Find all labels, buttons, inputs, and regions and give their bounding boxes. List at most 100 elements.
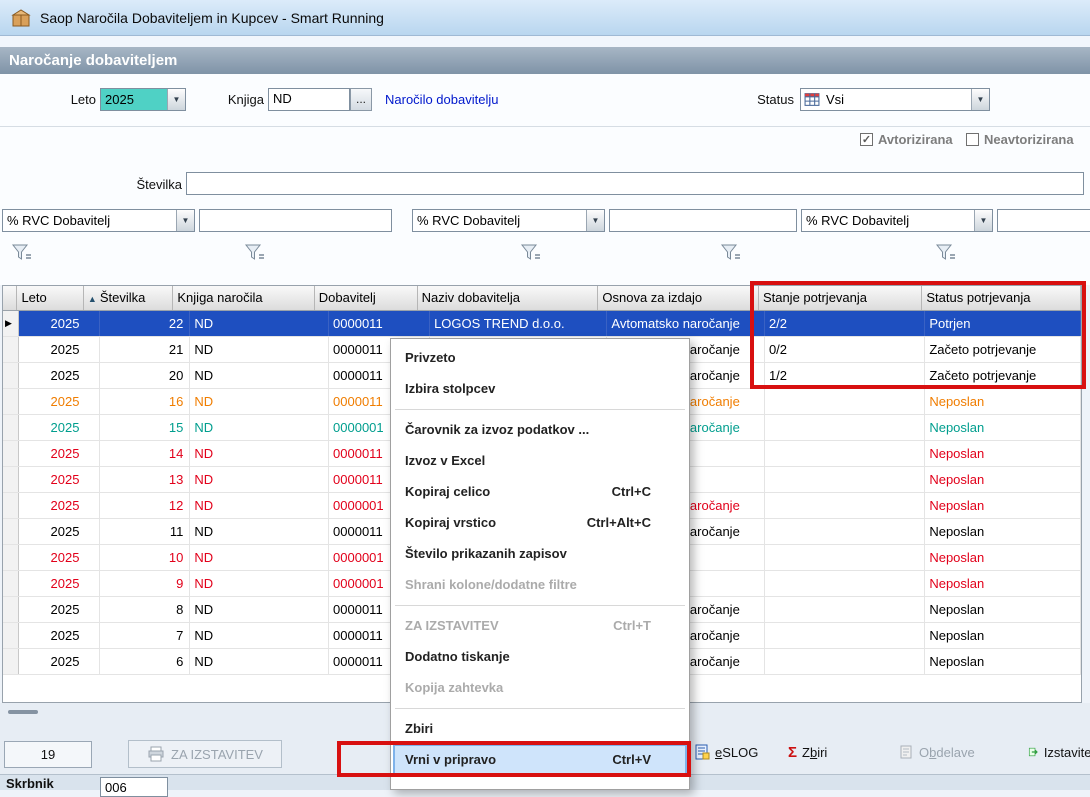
cell-leto: 2025 bbox=[19, 441, 101, 466]
cell-status: Začeto potrjevanje bbox=[925, 363, 1081, 388]
cell-leto: 2025 bbox=[19, 545, 101, 570]
cell-status: Neposlan bbox=[925, 623, 1081, 648]
row-selector-cell: ▶ bbox=[3, 311, 20, 336]
row-selector-cell bbox=[3, 441, 20, 466]
cell-status: Neposlan bbox=[925, 415, 1081, 440]
cell-leto: 2025 bbox=[19, 571, 101, 596]
cell-stanje bbox=[765, 597, 926, 622]
cell-stevilka: 21 bbox=[100, 337, 191, 362]
cell-knjiga: ND bbox=[190, 415, 330, 440]
izstavitev-icon bbox=[1028, 747, 1038, 757]
filter-funnel-icon[interactable] bbox=[719, 242, 743, 269]
rvc-filter-input-1[interactable] bbox=[199, 209, 392, 232]
operator-field[interactable]: 006 bbox=[100, 777, 168, 797]
zbiri-button[interactable]: Σ Zbiri bbox=[788, 744, 827, 761]
context-menu-item[interactable]: Čarovnik za izvoz podatkov ... bbox=[391, 414, 689, 445]
row-selector-cell bbox=[3, 389, 20, 414]
column-header-5[interactable]: Osnova za izdajo bbox=[598, 286, 759, 310]
context-menu-item[interactable]: Kopiraj celico Ctrl+C bbox=[391, 476, 689, 507]
row-selector-cell bbox=[3, 467, 20, 492]
column-header-1[interactable]: ▲ Številka bbox=[84, 286, 174, 310]
stevilka-label: Številka bbox=[136, 177, 182, 192]
column-header-2[interactable]: Knjiga naročila bbox=[173, 286, 315, 310]
menu-item-label: Privzeto bbox=[405, 350, 456, 365]
chevron-down-icon[interactable]: ▼ bbox=[176, 210, 194, 231]
knjiga-browse-button[interactable]: ... bbox=[350, 88, 372, 111]
row-selector-cell bbox=[3, 363, 20, 388]
row-selector-cell bbox=[3, 571, 20, 596]
menu-item-label: Kopija zahtevka bbox=[405, 680, 504, 695]
context-menu-item[interactable]: Izbira stolpcev bbox=[391, 373, 689, 404]
knjiga-input[interactable]: ND bbox=[268, 88, 350, 111]
column-header-0[interactable]: Leto bbox=[17, 286, 84, 310]
cell-stanje bbox=[765, 649, 926, 674]
rvc-filter-combobox-1[interactable]: % RVC Dobavitelj ▼ bbox=[2, 209, 195, 232]
eslog-button[interactable]: eSLOG bbox=[694, 744, 758, 760]
rvc-filter-input-2[interactable] bbox=[609, 209, 797, 232]
stevilka-input[interactable] bbox=[186, 172, 1084, 195]
chevron-down-icon[interactable]: ▼ bbox=[586, 210, 604, 231]
cell-stanje bbox=[765, 545, 926, 570]
context-menu-item[interactable]: Število prikazanih zapisov bbox=[391, 538, 689, 569]
leto-combobox[interactable]: 2025 ▼ bbox=[100, 88, 186, 111]
menu-item-shortcut: Ctrl+V bbox=[612, 752, 651, 767]
filter-funnel-icon[interactable] bbox=[934, 242, 958, 269]
chevron-down-icon[interactable]: ▼ bbox=[167, 89, 185, 110]
status-combobox[interactable]: Vsi ▼ bbox=[800, 88, 990, 111]
column-header-3[interactable]: Dobavitelj bbox=[315, 286, 418, 310]
rvc-filter-input-3[interactable] bbox=[997, 209, 1090, 232]
cell-status: Neposlan bbox=[925, 493, 1081, 518]
avtorizirana-checkbox-label: Avtorizirana bbox=[878, 132, 953, 147]
context-menu-item[interactable]: Dodatno tiskanje bbox=[391, 641, 689, 672]
context-menu-item[interactable]: Izvoz v Excel bbox=[391, 445, 689, 476]
rvc-filter-combobox-2[interactable]: % RVC Dobavitelj ▼ bbox=[412, 209, 605, 232]
avtorizirana-checkbox[interactable]: ✓ bbox=[860, 133, 873, 146]
menu-item-label: Izbira stolpcev bbox=[405, 381, 496, 396]
window-substrip bbox=[0, 36, 1090, 47]
izstavitev-button[interactable]: Izstavitev bbox=[1028, 744, 1090, 760]
context-menu-item[interactable]: Vrni v pripravo Ctrl+V bbox=[393, 744, 687, 775]
rvc-filter-combobox-3[interactable]: % RVC Dobavitelj ▼ bbox=[801, 209, 993, 232]
cell-knjiga: ND bbox=[190, 649, 330, 674]
app-logo-icon bbox=[11, 9, 31, 27]
column-header-4[interactable]: Naziv dobavitelja bbox=[418, 286, 599, 310]
cell-stanje bbox=[765, 441, 926, 466]
divider bbox=[0, 126, 1090, 127]
window-title: Saop Naročila Dobaviteljem in Kupcev - S… bbox=[40, 10, 384, 26]
leto-value: 2025 bbox=[101, 89, 167, 110]
row-selector-cell bbox=[3, 493, 20, 518]
order-type-link[interactable]: Naročilo dobavitelju bbox=[385, 92, 498, 107]
filter-funnel-icon[interactable] bbox=[243, 242, 267, 269]
context-menu-item[interactable]: Privzeto bbox=[391, 342, 689, 373]
cell-stevilka: 11 bbox=[100, 519, 191, 544]
context-menu-items: Privzeto Izbira stolpcev Čarovnik za izvoz… bbox=[391, 342, 689, 775]
menu-item-label: Kopiraj celico bbox=[405, 484, 491, 499]
filter-funnel-icon[interactable] bbox=[10, 242, 34, 269]
context-menu-item[interactable]: Zbiri bbox=[391, 713, 689, 744]
table-row[interactable]: ▶ 2025 22 ND 0000011 LOGOS TREND d.o.o. Avtoma… bbox=[3, 311, 1081, 337]
cell-status: Neposlan bbox=[925, 519, 1081, 544]
row-selector-cell bbox=[3, 623, 20, 648]
horizontal-scrollbar-thumb[interactable] bbox=[8, 710, 38, 714]
cell-status: Neposlan bbox=[925, 571, 1081, 596]
cell-leto: 2025 bbox=[19, 389, 101, 414]
column-header-6[interactable]: Stanje potrjevanja bbox=[759, 286, 923, 310]
menu-item-label: Dodatno tiskanje bbox=[405, 649, 510, 664]
filter-funnel-icon[interactable] bbox=[519, 242, 543, 269]
record-count-box: 19 bbox=[4, 741, 92, 768]
cell-leto: 2025 bbox=[19, 597, 101, 622]
za-izstavitev-button: ZA IZSTAVITEV bbox=[128, 740, 282, 768]
column-header-7[interactable]: Status potrjevanja bbox=[922, 286, 1081, 310]
rvc-filter-value: % RVC Dobavitelj bbox=[7, 213, 111, 228]
section-header: Naročanje dobaviteljem bbox=[0, 47, 1090, 74]
chevron-down-icon[interactable]: ▼ bbox=[971, 89, 989, 110]
neavtorizirana-checkbox[interactable] bbox=[966, 133, 979, 146]
row-selector-cell bbox=[3, 415, 20, 440]
menu-item-shortcut: Ctrl+C bbox=[611, 484, 651, 499]
cell-knjiga: ND bbox=[190, 467, 330, 492]
cell-leto: 2025 bbox=[19, 311, 101, 336]
chevron-down-icon[interactable]: ▼ bbox=[974, 210, 992, 231]
context-menu-item: ZA IZSTAVITEV Ctrl+T bbox=[391, 610, 689, 641]
leto-label: Leto bbox=[70, 92, 96, 107]
context-menu-item[interactable]: Kopiraj vrstico Ctrl+Alt+C bbox=[391, 507, 689, 538]
